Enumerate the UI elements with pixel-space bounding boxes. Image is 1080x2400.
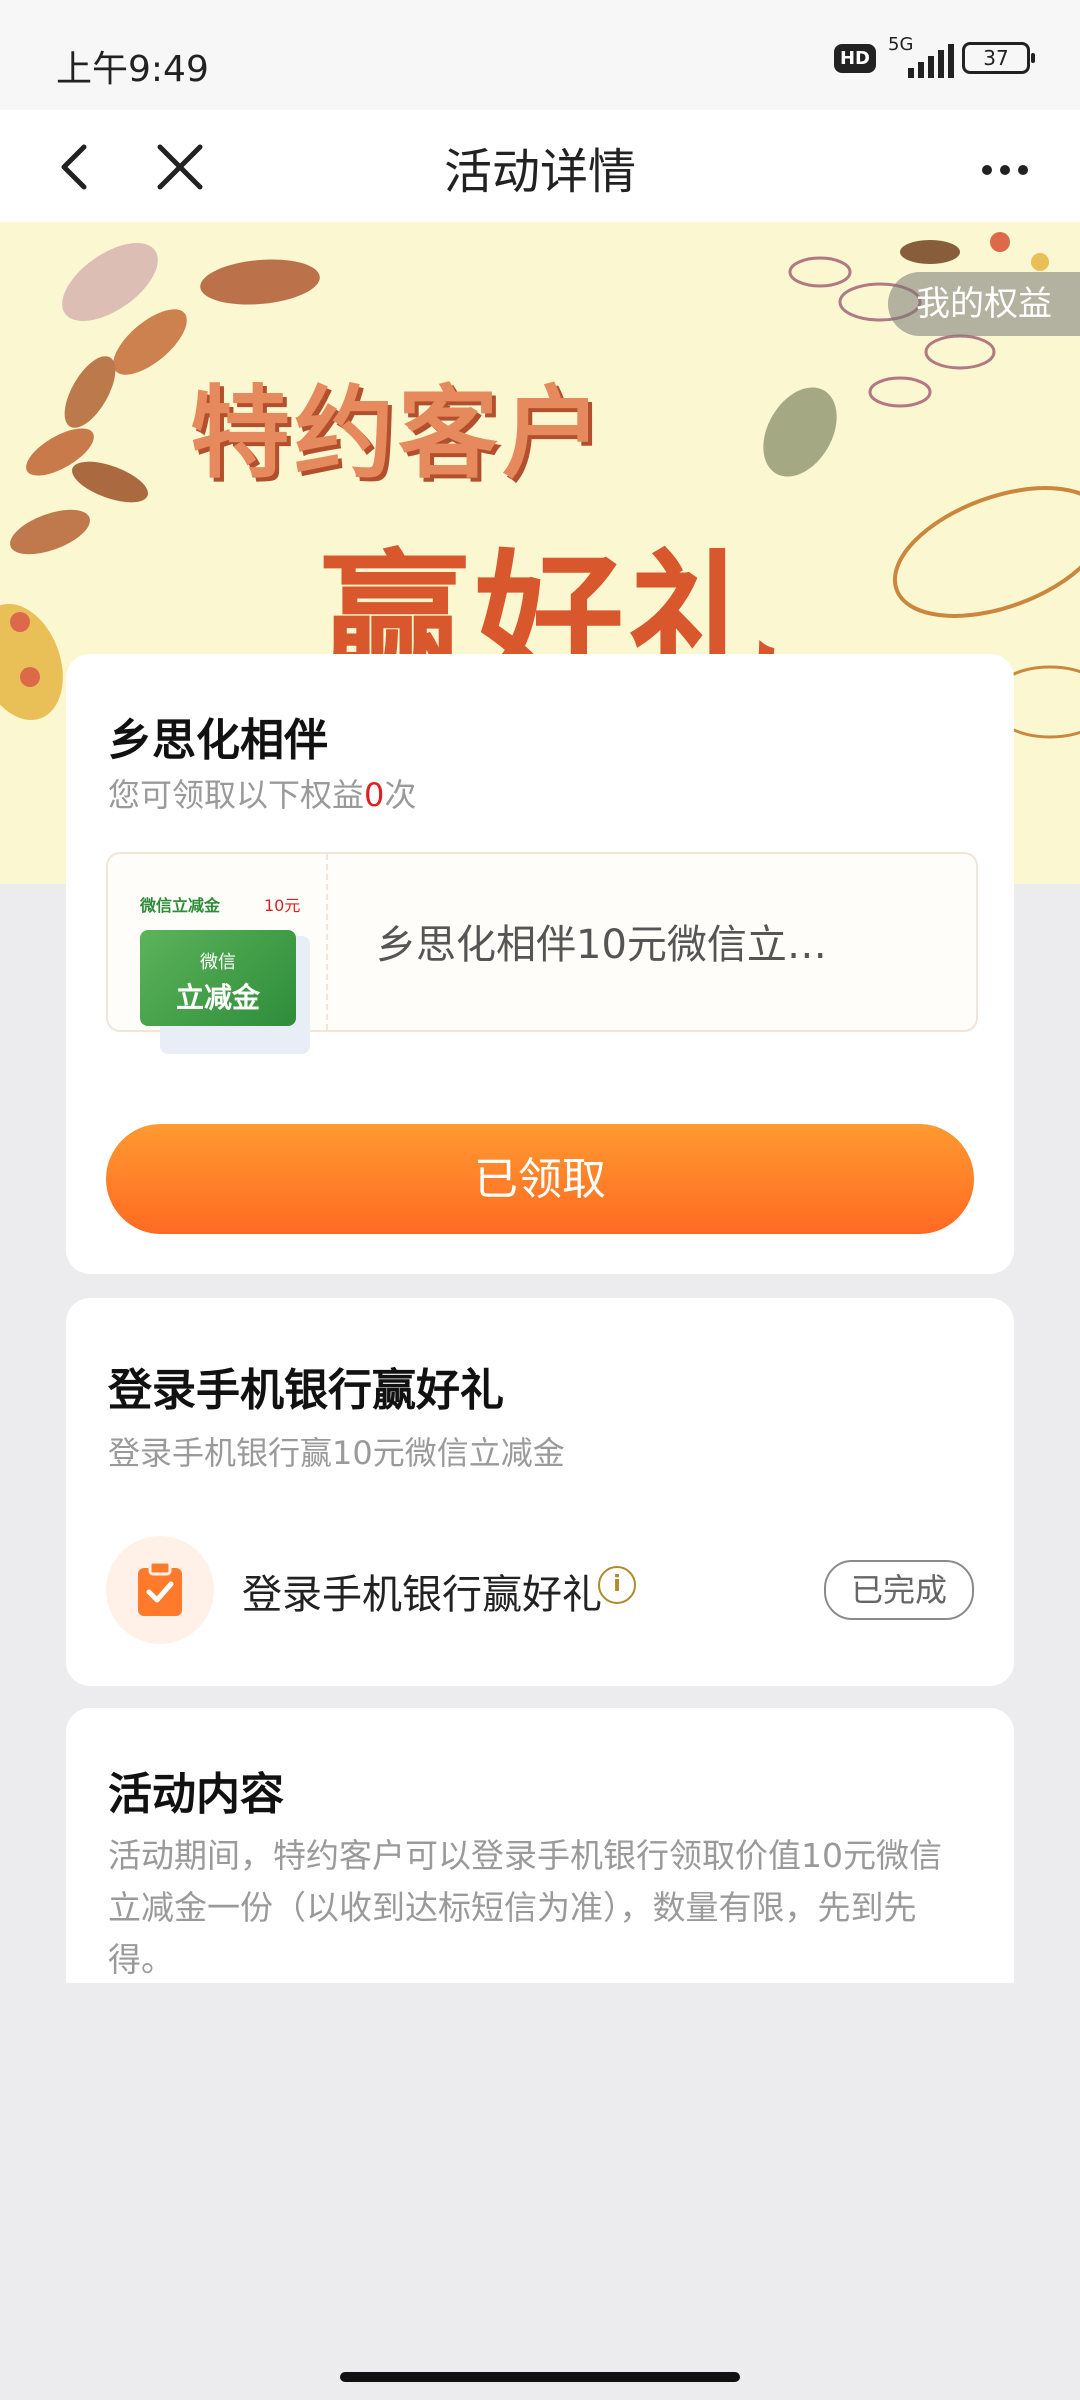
- coupon-item[interactable]: 微信立减金 10元 微信 立减金 乡思化相伴10元微信立…: [106, 852, 978, 1054]
- status-icons: HD 5G 37: [833, 34, 1035, 78]
- status-time: 上午9:49: [56, 49, 209, 90]
- coupon-tag: 微信立减金: [140, 896, 221, 915]
- content-body: 活动期间，特约客户可以登录手机银行领取价值10元微信立减金一份（以收到达标短信为…: [108, 1836, 942, 1979]
- more-dot-icon: [1000, 165, 1010, 175]
- hd-icon: HD: [833, 43, 876, 73]
- more-button[interactable]: [970, 140, 1040, 200]
- task-subtitle: 登录手机银行赢10元微信立减金: [108, 1434, 565, 1472]
- my-rights-button[interactable]: 我的权益: [888, 272, 1080, 336]
- coupon-amount: 10元: [264, 896, 301, 915]
- task-icon-bg: [106, 1536, 214, 1644]
- nav-bar: 活动详情: [0, 110, 1080, 222]
- home-indicator[interactable]: [340, 2372, 740, 2382]
- claimed-button[interactable]: 已领取: [106, 1124, 974, 1234]
- task-card: 登录手机银行赢好礼 登录手机银行赢10元微信立减金 登录手机银行赢好礼 i 已完…: [66, 1298, 1014, 1686]
- reward-card: 乡思化相伴 您可领取以下权益0次 微信立减金 10元 微信 立减金 乡思化相伴1…: [66, 654, 1014, 1274]
- coupon-image: 微信立减金 10元 微信 立减金: [108, 854, 328, 1054]
- battery-icon: 37: [962, 42, 1035, 74]
- task-title: 登录手机银行赢好礼: [108, 1365, 504, 1416]
- content-card: 活动内容 活动期间，特约客户可以登录手机银行领取价值10元微信立减金一份（以收到…: [66, 1708, 1014, 1983]
- info-icon[interactable]: i: [598, 1566, 636, 1604]
- coupon-name: 乡思化相伴10元微信立…: [376, 922, 827, 968]
- wechat-coupon-icon: 微信 立减金: [140, 930, 296, 1026]
- clipboard-check-icon: [138, 1562, 182, 1616]
- more-dot-icon: [982, 165, 992, 175]
- reward-title: 乡思化相伴: [108, 715, 328, 766]
- reward-count: 0: [364, 776, 385, 814]
- status-badge: 已完成: [824, 1560, 974, 1620]
- reward-subtitle: 您可领取以下权益0次: [108, 776, 417, 814]
- status-bar: 上午9:49 HD 5G 37: [0, 0, 1080, 110]
- more-dot-icon: [1018, 165, 1028, 175]
- banner-title: 特约客户: [190, 375, 606, 492]
- content-title: 活动内容: [108, 1769, 284, 1820]
- page-title: 活动详情: [443, 144, 636, 200]
- task-label: 登录手机银行赢好礼: [242, 1572, 602, 1618]
- signal-icon: 5G: [888, 34, 954, 78]
